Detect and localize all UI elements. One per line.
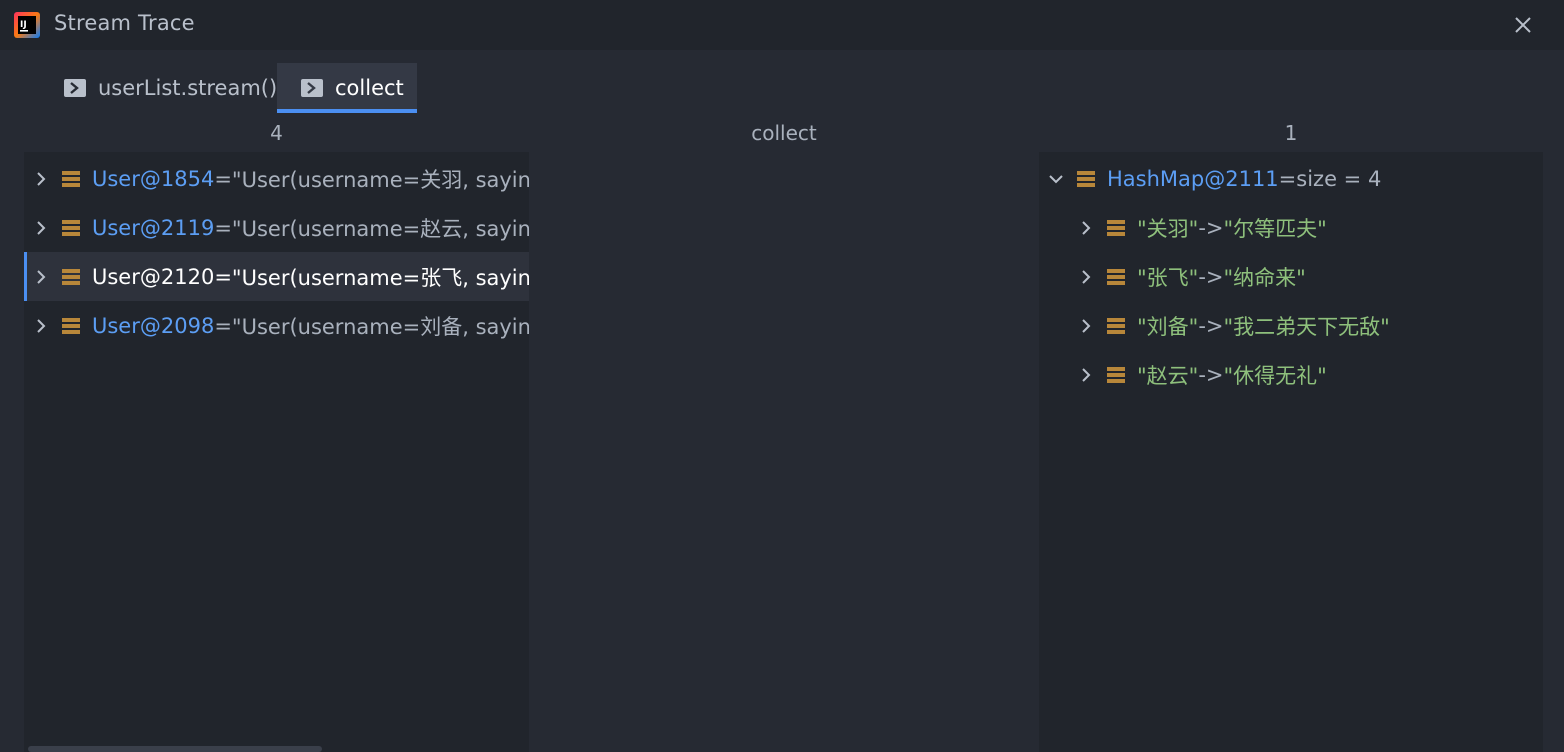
chevron-right-icon[interactable] [34, 318, 48, 333]
chevron-down-icon[interactable] [1049, 172, 1063, 186]
object-icon [1107, 317, 1125, 334]
map-entry-row[interactable]: "张飞" -> "纳命来" [1039, 252, 1543, 301]
equals-sign: = [214, 264, 232, 289]
chevron-right-icon[interactable] [1079, 220, 1093, 235]
object-icon [62, 317, 80, 334]
map-arrow: -> [1198, 362, 1224, 387]
active-tab-indicator [277, 109, 417, 113]
map-arrow: -> [1198, 215, 1224, 240]
object-reference: User@2120 [92, 264, 215, 289]
intellij-logo-icon: IJ [14, 12, 40, 38]
object-icon [1107, 219, 1125, 236]
object-icon [62, 170, 80, 187]
tree-row-root[interactable]: HashMap@2111 = size = 4 [1039, 154, 1543, 203]
chevron-right-icon[interactable] [1079, 318, 1093, 333]
object-icon [1107, 268, 1125, 285]
result-values-panel[interactable]: HashMap@2111 = size = 4 "关羽" -> "尔等匹夫" "… [1039, 152, 1543, 752]
chevron-right-icon[interactable] [1079, 269, 1093, 284]
title-bar: IJ Stream Trace [0, 0, 1564, 50]
map-key: "刘备" [1137, 314, 1199, 339]
tab-collect[interactable]: collect [277, 63, 417, 113]
middle-column-title: collect [751, 121, 817, 145]
object-icon [62, 219, 80, 236]
object-reference: User@2098 [92, 313, 215, 338]
map-entry-row[interactable]: "赵云" -> "休得无礼" [1039, 350, 1543, 399]
tab-label: userList.stream() [98, 76, 278, 100]
object-icon [62, 268, 80, 285]
stream-trace-window: IJ Stream Trace userList.stream() collec… [0, 0, 1564, 752]
left-column-count: 4 [270, 121, 283, 145]
map-key: "赵云" [1137, 363, 1199, 388]
map-value: "纳命来" [1223, 265, 1306, 290]
horizontal-scrollbar[interactable] [28, 746, 322, 752]
window-title: Stream Trace [54, 11, 195, 35]
object-icon [1107, 366, 1125, 383]
map-arrow: -> [1198, 264, 1224, 289]
tree-row[interactable]: User@2119 = "User(username=赵云, saying [24, 203, 529, 252]
object-reference: User@2119 [92, 215, 215, 240]
tree-row[interactable]: User@1854 = "User(username=关羽, saying [24, 154, 529, 203]
map-value: "我二弟天下无敌" [1223, 314, 1390, 339]
object-value: "User(username=刘备, saying [231, 314, 529, 339]
tab-bar: userList.stream() collect [0, 50, 1564, 114]
tab-label: collect [335, 76, 404, 100]
map-arrow: -> [1198, 313, 1224, 338]
equals-sign: = [214, 166, 232, 191]
map-key: "张飞" [1137, 265, 1199, 290]
map-value: "尔等匹夫" [1223, 216, 1327, 241]
chevron-right-icon[interactable] [34, 171, 48, 186]
map-size: size = 4 [1296, 166, 1382, 191]
map-reference: HashMap@2111 [1107, 166, 1279, 191]
tab-userlist-stream[interactable]: userList.stream() [64, 63, 277, 113]
tree-row-selected[interactable]: User@2120 = "User(username=张飞, saying [24, 252, 529, 301]
object-reference: User@1854 [92, 166, 215, 191]
equals-sign: = [214, 313, 232, 338]
close-icon[interactable] [1508, 10, 1538, 40]
map-entry-row[interactable]: "关羽" -> "尔等匹夫" [1039, 203, 1543, 252]
chevron-right-icon[interactable] [1079, 367, 1093, 382]
object-value: "User(username=赵云, saying [231, 216, 529, 241]
left-gutter [0, 152, 24, 752]
chevron-right-icon[interactable] [34, 220, 48, 235]
object-icon [1077, 170, 1095, 187]
console-icon [64, 79, 86, 97]
map-value: "休得无礼" [1223, 363, 1327, 388]
chevron-right-icon[interactable] [34, 269, 48, 284]
right-column-count: 1 [1284, 121, 1298, 145]
tree-row[interactable]: User@2098 = "User(username=刘备, saying [24, 301, 529, 350]
equals-sign: = [214, 215, 232, 240]
map-key: "关羽" [1137, 216, 1199, 241]
object-value: "User(username=关羽, saying [231, 167, 529, 192]
object-value: "User(username=张飞, saying [231, 265, 529, 290]
source-values-panel[interactable]: User@1854 = "User(username=关羽, saying Us… [24, 152, 529, 752]
equals-sign: = [1278, 166, 1297, 191]
console-icon [301, 79, 323, 97]
map-entry-row[interactable]: "刘备" -> "我二弟天下无敌" [1039, 301, 1543, 350]
svg-text:IJ: IJ [20, 20, 27, 30]
collect-mapping-panel [529, 152, 1039, 752]
